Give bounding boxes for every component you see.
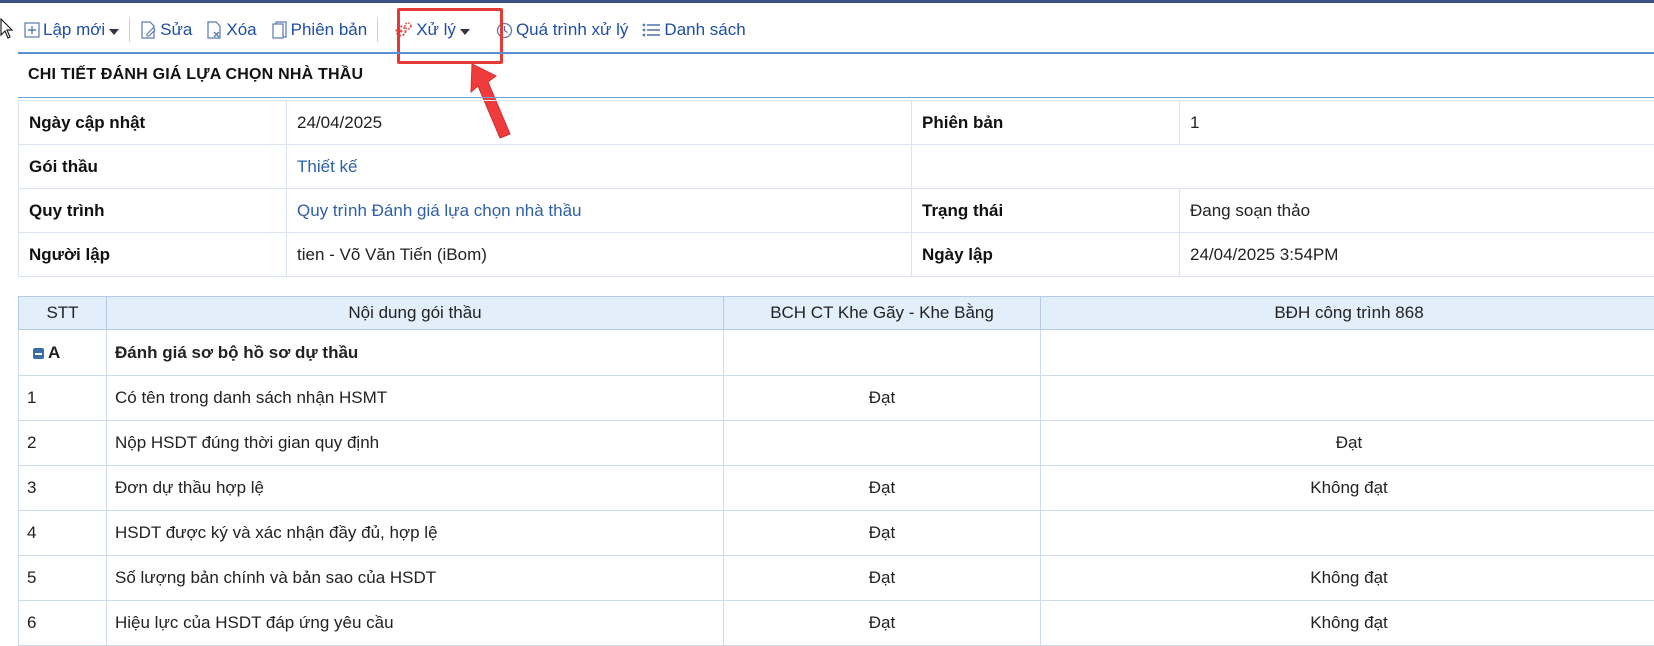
row-stt: 6 [19,601,107,646]
row-bch-result: Đạt [724,376,1041,421]
edit-label: Sửa [160,20,192,40]
row-bch-result: Đạt [724,511,1041,556]
row-bdh-result: Đạt [1041,421,1654,466]
group-row: A Đánh giá sơ bộ hồ sơ dự thầu [19,330,1654,376]
group-code: A [48,343,60,362]
list-icon [642,22,661,38]
updated-date-label: Ngày cập nhật [19,101,287,145]
process-link[interactable]: Quy trình Đánh giá lựa chọn nhà thầu [287,189,912,233]
row-bch-result: Đạt [724,556,1041,601]
row-bdh-result [1041,376,1654,421]
col-header-stt[interactable]: STT [19,297,107,330]
chevron-down-icon [109,29,119,35]
version-value: 1 [1180,101,1654,145]
delete-button[interactable]: Xóa [206,15,256,45]
section-title: CHI TIẾT ĐÁNH GIÁ LỰA CHỌN NHÀ THẦU [28,66,363,84]
row-bdh-result [1041,511,1654,556]
toolbar-divider [129,18,130,42]
row-bdh-result: Không đạt [1041,556,1654,601]
highlight-box [397,8,503,64]
created-date-value: 24/04/2025 3:54PM [1180,233,1654,277]
evaluation-grid: STT Nội dung gói thầu BCH CT Khe Gãy - K… [18,296,1654,646]
table-row[interactable]: 6 Hiệu lực của HSDT đáp ứng yêu cầu Đạt … [19,601,1654,646]
toolbar-divider [377,18,378,42]
group-cell [724,330,1041,376]
status-value: Đang soạn thảo [1180,189,1654,233]
new-label: Lập mới [43,20,105,40]
row-content: Hiệu lực của HSDT đáp ứng yêu cầu [107,601,724,646]
toolbar: Lập mới Sửa Xóa Phiên bản Xử lý [0,12,1654,48]
group-code-cell: A [19,330,107,376]
row-stt: 3 [19,466,107,511]
created-date-label: Ngày lập [912,233,1180,277]
row-stt: 1 [19,376,107,421]
delete-icon [206,21,223,39]
status-label: Trạng thái [912,189,1180,233]
row-content: Có tên trong danh sách nhận HSMT [107,376,724,421]
col-header-bch[interactable]: BCH CT Khe Gãy - Khe Bằng [724,297,1041,330]
version-icon [271,21,288,39]
creator-label: Người lập [19,233,287,277]
row-content: Đơn dự thầu hợp lệ [107,466,724,511]
title-underline [18,97,1654,98]
edit-button[interactable]: Sửa [140,15,192,45]
table-row[interactable]: 4 HSDT được ký và xác nhận đầy đủ, hợp l… [19,511,1654,556]
process-field-label: Quy trình [19,189,287,233]
version-button[interactable]: Phiên bản [271,15,368,45]
add-icon [24,22,40,38]
package-link[interactable]: Thiết kế [287,145,912,189]
row-bch-result: Đạt [724,601,1041,646]
table-row[interactable]: 3 Đơn dự thầu hợp lệ Đạt Không đạt [19,466,1654,511]
collapse-icon[interactable] [33,348,44,359]
creator-value: tien - Võ Văn Tiến (iBom) [287,233,912,277]
row-stt: 4 [19,511,107,556]
history-label: Quá trình xử lý [516,20,628,40]
group-title: Đánh giá sơ bộ hồ sơ dự thầu [107,330,724,376]
row-content: Nộp HSDT đúng thời gian quy định [107,421,724,466]
row-bdh-result: Không đạt [1041,466,1654,511]
section-divider [18,52,1654,54]
history-button[interactable]: Quá trình xử lý [496,15,628,45]
info-table: Ngày cập nhật 24/04/2025 Phiên bản 1 Gói… [18,100,1654,277]
new-button[interactable]: Lập mới [24,15,119,45]
list-label: Danh sách [664,20,745,40]
row-bch-result [724,421,1041,466]
table-row[interactable]: 1 Có tên trong danh sách nhận HSMT Đạt [19,376,1654,421]
row-bch-result: Đạt [724,466,1041,511]
group-cell [1041,330,1654,376]
row-stt: 2 [19,421,107,466]
table-row[interactable]: 2 Nộp HSDT đúng thời gian quy định Đạt [19,421,1654,466]
empty-cell [912,145,1654,189]
package-label: Gói thầu [19,145,287,189]
row-stt: 5 [19,556,107,601]
version-label: Phiên bản [291,20,368,40]
delete-label: Xóa [226,20,256,40]
table-row[interactable]: 5 Số lượng bản chính và bản sao của HSDT… [19,556,1654,601]
updated-date-value: 24/04/2025 [287,101,912,145]
row-bdh-result: Không đạt [1041,601,1654,646]
row-content: HSDT được ký và xác nhận đầy đủ, hợp lệ [107,511,724,556]
edit-icon [140,21,157,39]
col-header-content[interactable]: Nội dung gói thầu [107,297,724,330]
top-accent-bar [0,0,1654,3]
col-header-bdh[interactable]: BĐH công trình 868 [1041,297,1654,330]
row-content: Số lượng bản chính và bản sao của HSDT [107,556,724,601]
list-button[interactable]: Danh sách [642,15,745,45]
version-field-label: Phiên bản [912,101,1180,145]
